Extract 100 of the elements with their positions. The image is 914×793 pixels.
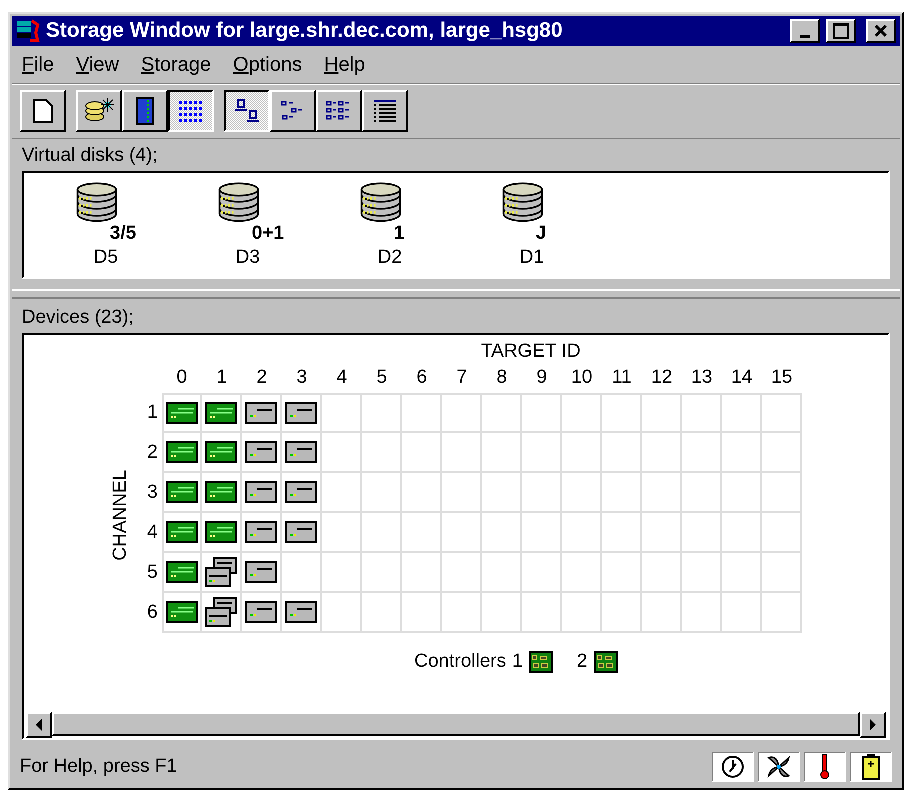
grid-cell [642, 473, 682, 513]
toolbar-button[interactable] [168, 90, 214, 132]
device-icon [166, 441, 198, 463]
maximize-button[interactable] [826, 19, 856, 43]
grid-cell [642, 553, 682, 593]
battery-icon [861, 754, 881, 780]
app-icon [16, 19, 40, 43]
grid-cell [682, 433, 722, 473]
grid-cell [562, 393, 602, 433]
grid-cell [522, 433, 562, 473]
grid-cell [602, 593, 642, 633]
grid-cell [762, 433, 802, 473]
menu-item[interactable]: View [76, 54, 120, 77]
grid-cell [482, 473, 522, 513]
row-header: 5 [146, 561, 159, 585]
fan-icon [766, 755, 792, 779]
controllers-label: Controllers [414, 651, 506, 673]
grid-cell [402, 513, 442, 553]
document-icon [33, 99, 53, 123]
grid-cell [682, 553, 722, 593]
device-icon [166, 561, 198, 583]
grid-cell [442, 433, 482, 473]
disk-stack-icon [218, 181, 260, 223]
menu-item[interactable]: Storage [141, 54, 212, 77]
device-icon [166, 402, 198, 424]
grid-cell [402, 553, 442, 593]
toolbar-button[interactable] [224, 90, 270, 132]
splitter-bar[interactable] [12, 289, 900, 299]
controller-board-icon [594, 651, 618, 673]
minimize-button[interactable] [790, 19, 820, 43]
grid-cell [362, 553, 402, 593]
grid-cell [722, 553, 762, 593]
grid-cell [522, 553, 562, 593]
grid-cell [482, 393, 522, 433]
device-icon [166, 481, 198, 503]
list-view-icon [326, 100, 352, 122]
grid-cell [522, 513, 562, 553]
column-header: 3 [296, 366, 308, 390]
grid-cell [602, 473, 642, 513]
grid-cell [482, 433, 522, 473]
disk-stack-icon [360, 181, 402, 223]
row-header: 3 [146, 481, 159, 505]
device-icon [245, 521, 277, 543]
device-icon [285, 481, 317, 503]
grid-cell [602, 433, 642, 473]
details-view-icon [372, 99, 398, 123]
disk-stack-icon [76, 181, 118, 223]
grid-cell [562, 433, 602, 473]
menu-item[interactable]: File [22, 54, 54, 77]
disk-name: D5 [94, 247, 118, 269]
device-icon [245, 601, 277, 623]
device-icon [285, 441, 317, 463]
grid-cell [602, 553, 642, 593]
device-icon [205, 521, 237, 543]
menu-item[interactable]: Help [324, 54, 366, 77]
device-icon [285, 601, 317, 623]
grid-cell [362, 593, 402, 633]
device-icon [166, 521, 198, 543]
grid-cell [602, 393, 642, 433]
grid-cell [402, 393, 442, 433]
grid-cell [722, 473, 762, 513]
scroll-right-button[interactable] [860, 712, 886, 738]
close-button[interactable] [866, 19, 896, 43]
raid-level: J [536, 223, 547, 245]
minimize-icon [800, 34, 810, 38]
grid-cell [522, 393, 562, 433]
device-icon [245, 441, 277, 463]
device-icon [245, 561, 277, 583]
menu-item[interactable]: Options [233, 54, 302, 77]
grid-cell [562, 513, 602, 553]
column-header: 1 [216, 366, 228, 390]
controller-board-icon [528, 651, 553, 673]
row-header: 6 [146, 601, 159, 625]
controller-number: 1 [512, 651, 523, 673]
cabinet-icon [136, 97, 154, 125]
column-header: 11 [611, 366, 633, 390]
device-icon [285, 402, 317, 424]
column-header: 4 [336, 366, 348, 390]
column-header: 15 [770, 366, 794, 390]
grid-cell [362, 513, 402, 553]
thermometer-icon [819, 754, 831, 780]
row-header: 2 [146, 441, 159, 465]
scroll-left-button[interactable] [26, 712, 52, 738]
grid-cell [482, 593, 522, 633]
device-stack-icon [205, 557, 237, 587]
icon-view-icon [234, 99, 260, 123]
dot-grid-icon [178, 100, 204, 122]
grid-cell [522, 593, 562, 633]
grid-cell [562, 473, 602, 513]
controller-number: 2 [576, 651, 588, 673]
grid-cell [402, 433, 442, 473]
grid-cell [602, 513, 642, 553]
raid-level: 3/5 [110, 223, 136, 245]
grid-cell [762, 553, 802, 593]
grid-cell [562, 593, 602, 633]
grid-cell [682, 473, 722, 513]
right-arrow-icon [869, 719, 877, 731]
grid-cell [402, 593, 442, 633]
device-icon [205, 481, 237, 503]
grid-cell [442, 393, 482, 433]
